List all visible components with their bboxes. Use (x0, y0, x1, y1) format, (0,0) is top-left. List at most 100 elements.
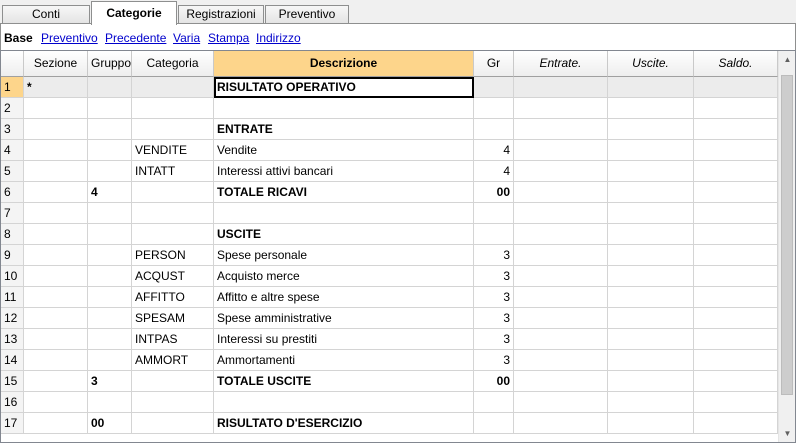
cell-gr[interactable] (474, 203, 514, 224)
cell-saldo[interactable] (694, 413, 778, 434)
tab-categorie[interactable]: Categorie (91, 1, 177, 25)
cell-sezione[interactable] (24, 392, 88, 413)
row-number[interactable]: 9 (1, 245, 24, 266)
cell-descrizione[interactable]: Ammortamenti (214, 350, 474, 371)
view-base[interactable]: Base (4, 31, 33, 45)
cell-categoria[interactable]: SPESAM (132, 308, 214, 329)
cell-saldo[interactable] (694, 98, 778, 119)
cell-saldo[interactable] (694, 371, 778, 392)
cell-entrate[interactable] (514, 182, 608, 203)
cell-gr[interactable] (474, 392, 514, 413)
cell-sezione[interactable] (24, 329, 88, 350)
tab-preventivo[interactable]: Preventivo (265, 5, 349, 24)
cell-categoria[interactable] (132, 392, 214, 413)
cell-sezione[interactable] (24, 245, 88, 266)
cell-uscite[interactable] (608, 413, 694, 434)
cell-saldo[interactable] (694, 203, 778, 224)
cell-uscite[interactable] (608, 98, 694, 119)
table-row[interactable]: 9 PERSON Spese personale 3 (1, 245, 778, 266)
cell-categoria[interactable] (132, 119, 214, 140)
cell-descrizione[interactable] (214, 98, 474, 119)
cell-gr[interactable] (474, 98, 514, 119)
table-row[interactable]: 15 3 TOTALE USCITE 00 (1, 371, 778, 392)
cell-sezione[interactable] (24, 182, 88, 203)
cell-uscite[interactable] (608, 224, 694, 245)
cell-saldo[interactable] (694, 224, 778, 245)
row-number[interactable]: 17 (1, 413, 24, 434)
table-row[interactable]: 6 4 TOTALE RICAVI 00 (1, 182, 778, 203)
row-number[interactable]: 1 (1, 77, 24, 98)
cell-gruppo[interactable]: 4 (88, 182, 132, 203)
cell-gr[interactable] (474, 77, 514, 98)
cell-descrizione[interactable] (214, 392, 474, 413)
header-uscite[interactable]: Uscite. (608, 51, 694, 77)
cell-descrizione[interactable]: Spese amministrative (214, 308, 474, 329)
cell-uscite[interactable] (608, 350, 694, 371)
row-number[interactable]: 16 (1, 392, 24, 413)
cell-categoria[interactable] (132, 224, 214, 245)
cell-descrizione[interactable]: Vendite (214, 140, 474, 161)
cell-entrate[interactable] (514, 98, 608, 119)
scroll-down-icon[interactable]: ▼ (779, 425, 795, 442)
tab-registrazioni[interactable]: Registrazioni (178, 5, 264, 24)
cell-saldo[interactable] (694, 392, 778, 413)
row-number[interactable]: 5 (1, 161, 24, 182)
cell-entrate[interactable] (514, 224, 608, 245)
cell-entrate[interactable] (514, 413, 608, 434)
scrollbar-thumb[interactable] (781, 75, 793, 395)
cell-categoria[interactable] (132, 98, 214, 119)
cell-uscite[interactable] (608, 392, 694, 413)
cell-uscite[interactable] (608, 119, 694, 140)
cell-gr[interactable]: 3 (474, 245, 514, 266)
header-gruppo[interactable]: Gruppo (88, 51, 132, 77)
cell-saldo[interactable] (694, 119, 778, 140)
cell-saldo[interactable] (694, 77, 778, 98)
table-row[interactable]: 16 (1, 392, 778, 413)
header-descrizione[interactable]: Descrizione (214, 51, 474, 77)
cell-entrate[interactable] (514, 203, 608, 224)
cell-sezione[interactable] (24, 287, 88, 308)
row-number[interactable]: 15 (1, 371, 24, 392)
row-number[interactable]: 11 (1, 287, 24, 308)
cell-entrate[interactable] (514, 119, 608, 140)
scroll-up-icon[interactable]: ▲ (779, 51, 795, 68)
cell-descrizione[interactable]: TOTALE USCITE (214, 371, 474, 392)
vertical-scrollbar[interactable]: ▲ ▼ (778, 51, 795, 442)
table-row[interactable]: 1 * RISULTATO OPERATIVO (1, 77, 778, 98)
cell-uscite[interactable] (608, 182, 694, 203)
row-number[interactable]: 10 (1, 266, 24, 287)
cell-gr[interactable]: 3 (474, 308, 514, 329)
cell-saldo[interactable] (694, 329, 778, 350)
cell-categoria[interactable]: VENDITE (132, 140, 214, 161)
cell-gr[interactable]: 4 (474, 140, 514, 161)
cell-entrate[interactable] (514, 287, 608, 308)
header-categoria[interactable]: Categoria (132, 51, 214, 77)
cell-gruppo[interactable] (88, 287, 132, 308)
cell-uscite[interactable] (608, 140, 694, 161)
table-row[interactable]: 2 (1, 98, 778, 119)
cell-descrizione[interactable]: Interessi su prestiti (214, 329, 474, 350)
cell-saldo[interactable] (694, 350, 778, 371)
tab-conti[interactable]: Conti (2, 5, 90, 24)
cell-descrizione[interactable]: Interessi attivi bancari (214, 161, 474, 182)
cell-saldo[interactable] (694, 266, 778, 287)
view-link-varia[interactable]: Varia (173, 31, 200, 45)
cell-uscite[interactable] (608, 77, 694, 98)
cell-uscite[interactable] (608, 245, 694, 266)
cell-gruppo[interactable] (88, 77, 132, 98)
cell-sezione[interactable] (24, 119, 88, 140)
table-row[interactable]: 10 ACQUST Acquisto merce 3 (1, 266, 778, 287)
row-number[interactable]: 4 (1, 140, 24, 161)
table-row[interactable]: 5 INTATT Interessi attivi bancari 4 (1, 161, 778, 182)
cell-entrate[interactable] (514, 392, 608, 413)
cell-gruppo[interactable] (88, 329, 132, 350)
cell-sezione[interactable] (24, 371, 88, 392)
table-row[interactable]: 4 VENDITE Vendite 4 (1, 140, 778, 161)
row-number[interactable]: 2 (1, 98, 24, 119)
cell-descrizione[interactable]: Acquisto merce (214, 266, 474, 287)
cell-uscite[interactable] (608, 203, 694, 224)
table-row[interactable]: 14 AMMORT Ammortamenti 3 (1, 350, 778, 371)
table-row[interactable]: 12 SPESAM Spese amministrative 3 (1, 308, 778, 329)
cell-gruppo[interactable] (88, 98, 132, 119)
cell-sezione[interactable]: * (24, 77, 88, 98)
